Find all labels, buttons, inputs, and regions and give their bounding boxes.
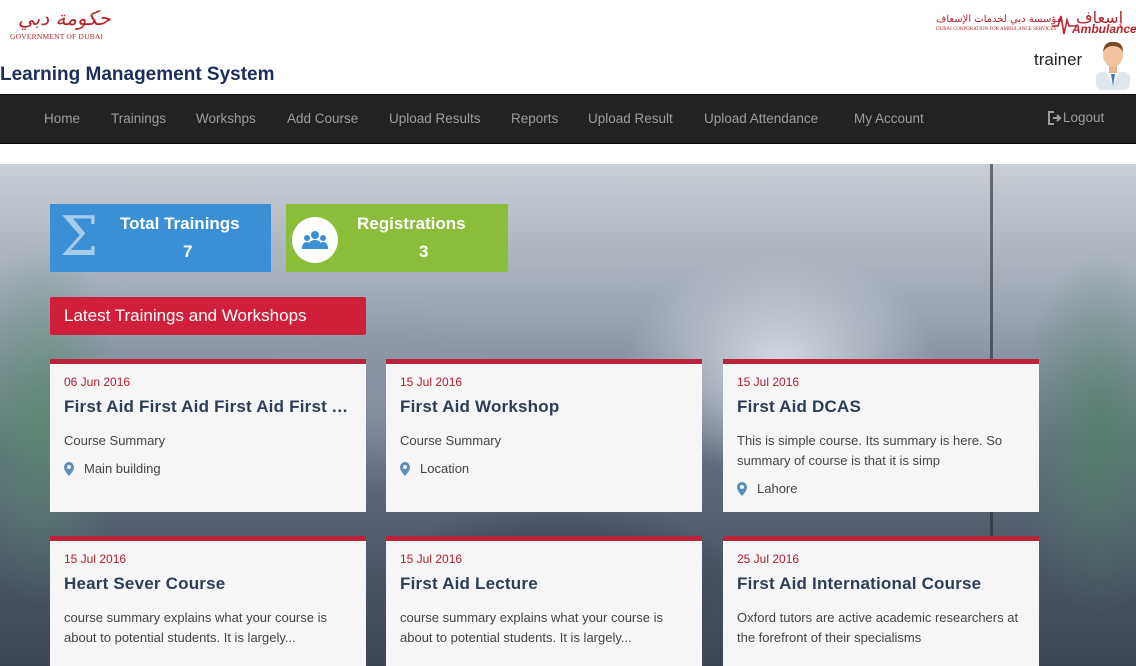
nav-home[interactable]: Home [44,111,80,126]
course-date: 06 Jun 2016 [64,375,131,389]
course-summary: course summary explains what your course… [400,610,663,645]
registrations-tile[interactable]: Registrations 3 [286,204,508,272]
ambulance-logo-arabic-small: مؤسسة دبي لخدمات الإسعاف [936,14,1062,25]
nav-add-course[interactable]: Add Course [287,111,358,126]
course-card[interactable]: 15 Jul 2016 First Aid Workshop Course Su… [386,359,702,512]
course-card[interactable]: 06 Jun 2016 First Aid First Aid First Ai… [50,359,366,512]
nav-upload-result[interactable]: Upload Result [588,111,673,126]
total-trainings-count: 7 [183,242,193,261]
registrations-label: Registrations [357,214,466,233]
nav-trainings[interactable]: Trainings [111,111,166,126]
sign-out-icon [1048,110,1062,125]
course-location: Main building [64,461,161,476]
course-summary: course summary explains what your course… [64,610,327,645]
latest-trainings-heading: Latest Trainings and Workshops [50,297,366,335]
users-icon [292,217,338,263]
map-marker-icon [737,481,747,496]
ambulance-logo-english: Ambulance [1072,22,1136,36]
course-location-label: Lahore [757,481,798,496]
main-navbar: Home Trainings Workshps Add Course Uploa… [0,94,1136,144]
nav-upload-results[interactable]: Upload Results [389,111,481,126]
app-title: Learning Management System [0,64,275,85]
course-summary: Course Summary [400,433,502,448]
total-trainings-tile[interactable]: Σ Total Trainings 7 [50,204,271,272]
user-avatar[interactable] [1090,38,1136,90]
course-card[interactable]: 15 Jul 2016 First Aid Lecture course sum… [386,536,702,666]
gov-logo-arabic: حكومة دبي [18,6,111,30]
nav-workshops[interactable]: Workshps [196,111,256,126]
course-title[interactable]: Heart Sever Course [64,574,356,594]
course-date: 15 Jul 2016 [737,375,800,389]
total-trainings-label: Total Trainings [120,214,240,233]
course-card[interactable]: 25 Jul 2016 First Aid International Cour… [723,536,1039,666]
gov-logo-english: GOVERNMENT OF DUBAI [10,32,104,41]
course-summary: This is simple course. Its summary is he… [737,433,1003,468]
course-title[interactable]: First Aid Lecture [400,574,692,594]
course-title[interactable]: First Aid First Aid First Aid First Aid [64,397,356,417]
logout-label: Logout [1063,110,1105,125]
ambulance-logo-english-small: DUBAI CORPORATION FOR AMBULANCE SERVICES [936,27,1057,32]
course-date: 15 Jul 2016 [400,375,463,389]
course-date: 15 Jul 2016 [64,552,127,566]
course-location: Lahore [737,481,797,496]
course-date: 15 Jul 2016 [400,552,463,566]
course-title[interactable]: First Aid Workshop [400,397,692,417]
course-card[interactable]: 15 Jul 2016 First Aid DCAS This is simpl… [723,359,1039,512]
logout-button[interactable]: Logout [1048,110,1104,125]
user-name[interactable]: trainer [1034,50,1082,70]
course-title[interactable]: First Aid DCAS [737,397,1029,417]
nav-reports[interactable]: Reports [511,111,558,126]
government-of-dubai-logo: حكومة دبي GOVERNMENT OF DUBAI [8,6,111,42]
nav-upload-attendance[interactable]: Upload Attendance [704,111,818,126]
course-summary: Oxford tutors are active academic resear… [737,610,1019,645]
course-title[interactable]: First Aid International Course [737,574,1029,594]
page-header: حكومة دبي GOVERNMENT OF DUBAI Learning M… [0,0,1136,94]
sigma-icon: Σ [60,205,99,268]
map-marker-icon [64,461,74,476]
course-location: Location [400,461,469,476]
course-card[interactable]: 15 Jul 2016 Heart Sever Course course su… [50,536,366,666]
course-location-label: Location [420,461,470,476]
map-marker-icon [400,461,410,476]
course-date: 25 Jul 2016 [737,552,800,566]
course-summary: Course Summary [64,433,166,448]
ambulance-logo: مؤسسة دبي لخدمات الإسعاف DUBAI CORPORATI… [936,8,1136,38]
nav-my-account[interactable]: My Account [854,111,924,126]
registrations-count: 3 [419,242,429,261]
course-location-label: Main building [84,461,161,476]
